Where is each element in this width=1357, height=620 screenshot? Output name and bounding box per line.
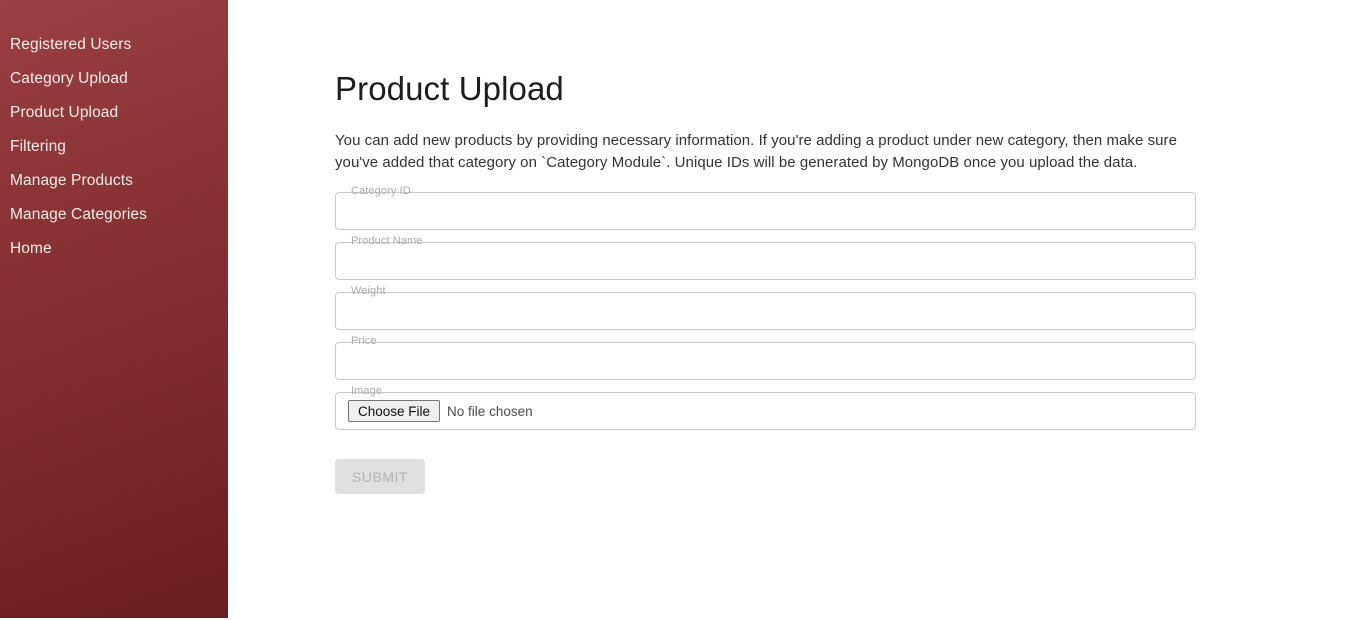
price-input[interactable]	[335, 342, 1196, 380]
category-id-input[interactable]	[335, 192, 1196, 230]
product-upload-form: Category ID Product Name Weight	[335, 192, 1196, 494]
main-content: Product Upload You can add new products …	[228, 0, 1357, 620]
sidebar-item-product-upload[interactable]: Product Upload	[0, 101, 228, 135]
file-status-text: No file chosen	[447, 404, 533, 419]
field-product-name[interactable]: Product Name	[335, 242, 1196, 280]
choose-file-button[interactable]: Choose File	[348, 400, 440, 422]
weight-input[interactable]	[335, 292, 1196, 330]
field-label-weight: Weight	[348, 285, 389, 298]
sidebar-item-filtering[interactable]: Filtering	[0, 135, 228, 169]
field-label-category-id: Category ID	[348, 185, 414, 198]
field-category-id[interactable]: Category ID	[335, 192, 1196, 230]
sidebar-item-registered-users[interactable]: Registered Users	[0, 33, 228, 67]
field-weight[interactable]: Weight	[335, 292, 1196, 330]
field-price[interactable]: Price	[335, 342, 1196, 380]
product-name-input[interactable]	[335, 242, 1196, 280]
page-title: Product Upload	[335, 69, 564, 109]
submit-button[interactable]: SUBMIT	[335, 459, 425, 494]
sidebar-item-manage-products[interactable]: Manage Products	[0, 169, 228, 203]
field-label-image: Image	[348, 385, 385, 398]
field-label-product-name: Product Name	[348, 235, 426, 248]
sidebar-item-category-upload[interactable]: Category Upload	[0, 67, 228, 101]
sidebar-item-home[interactable]: Home	[0, 237, 228, 271]
sidebar-item-manage-categories[interactable]: Manage Categories	[0, 203, 228, 237]
sidebar: Registered Users Category Upload Product…	[0, 0, 228, 618]
field-label-price: Price	[348, 335, 380, 348]
page-description: You can add new products by providing ne…	[335, 130, 1180, 174]
app-root: Registered Users Category Upload Product…	[0, 0, 1357, 620]
field-image[interactable]: Image Choose File No file chosen	[335, 392, 1196, 430]
